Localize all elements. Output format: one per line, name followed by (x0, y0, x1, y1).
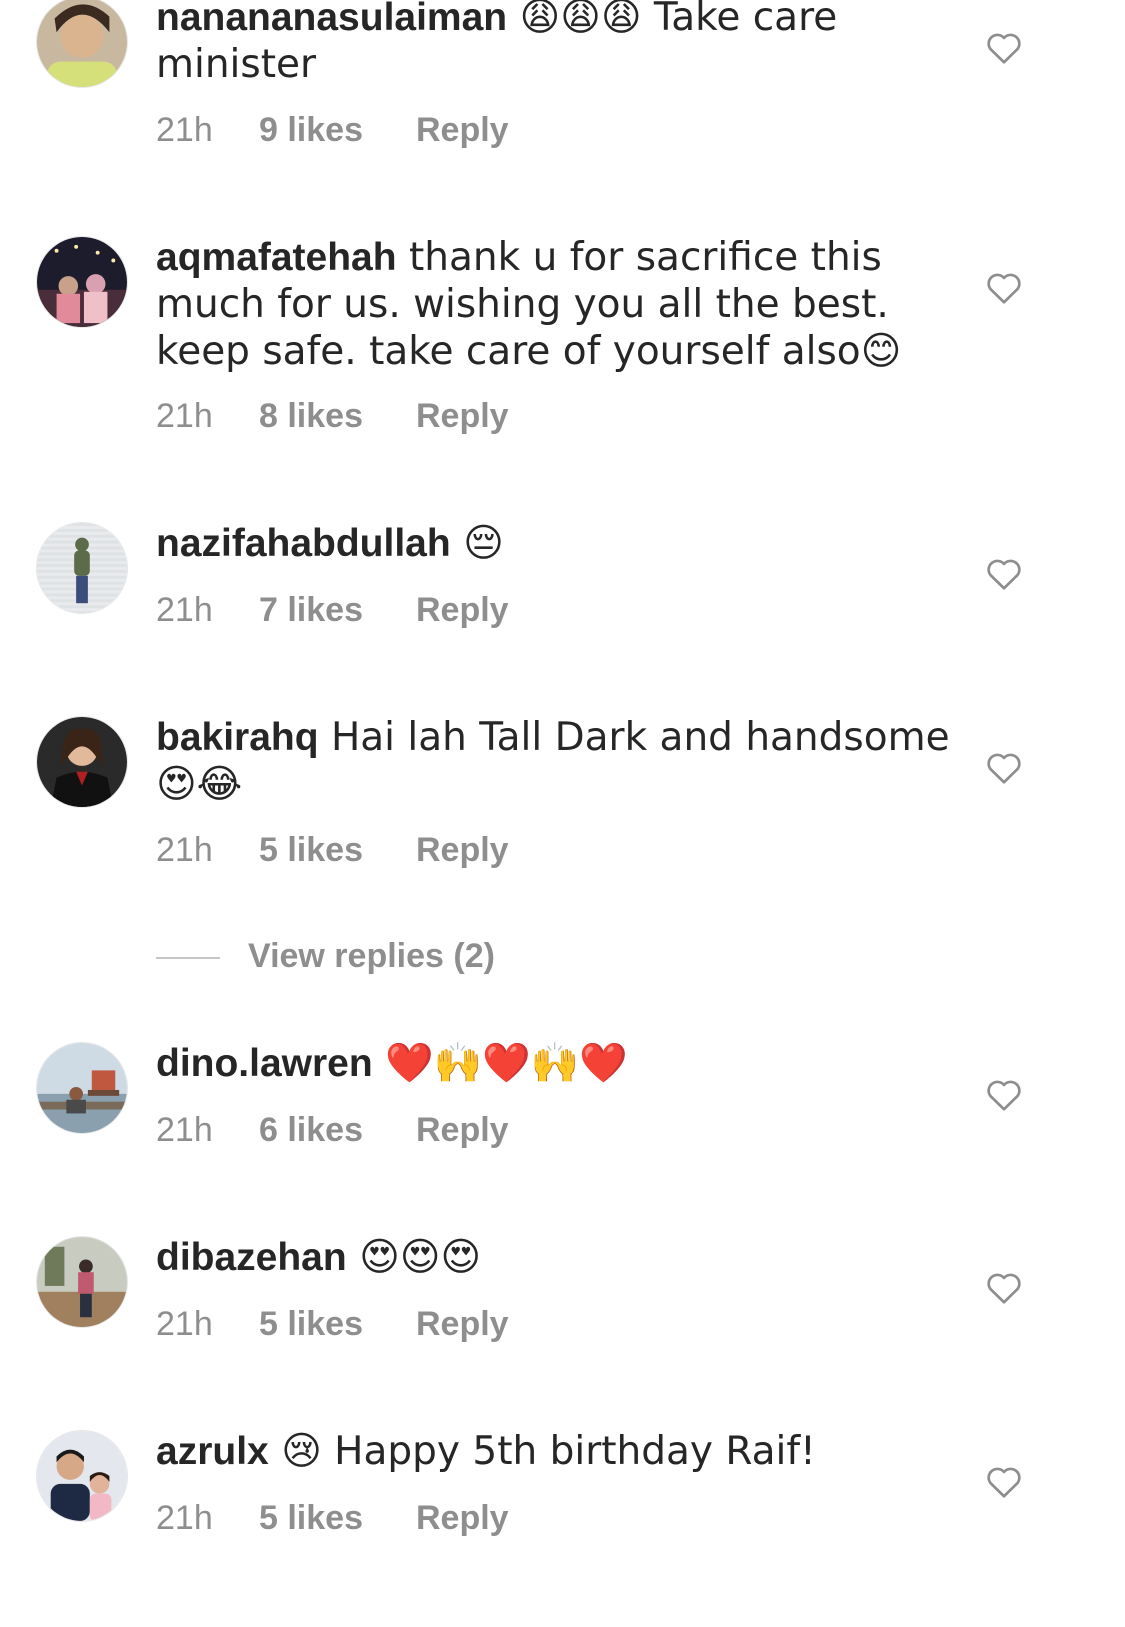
comment-likes[interactable]: 9 likes (259, 110, 416, 150)
comment-time: 21h (156, 591, 213, 629)
comment-likes[interactable]: 5 likes (259, 1304, 416, 1344)
heart-outline-icon[interactable] (986, 1271, 1022, 1305)
comment-meta: 21h 8 likes Reply (156, 396, 509, 436)
comment-username[interactable]: bakirahq (156, 716, 319, 759)
avatar[interactable] (36, 1236, 128, 1328)
comment-likes[interactable]: 6 likes (259, 1110, 416, 1150)
comment-text: bakirahq Hai lah Tall Dark and handsome … (156, 714, 966, 808)
comment-meta: 21h 7 likes Reply (156, 590, 509, 630)
reply-button[interactable]: Reply (416, 1498, 509, 1538)
comment-time: 21h (156, 1499, 213, 1537)
comment-time: 21h (156, 397, 213, 435)
comment-username[interactable]: nanananasulaiman (156, 0, 507, 39)
comment-likes[interactable]: 7 likes (259, 590, 416, 630)
avatar[interactable] (36, 522, 128, 614)
comment-time: 21h (156, 1305, 213, 1343)
reply-button[interactable]: Reply (416, 830, 509, 870)
comment-meta: 21h 5 likes Reply (156, 1304, 509, 1344)
comment-time: 21h (156, 1111, 213, 1149)
heart-outline-icon[interactable] (986, 31, 1022, 65)
comment-meta: 21h 9 likes Reply (156, 110, 509, 150)
comment-time: 21h (156, 111, 213, 149)
comment-likes[interactable]: 8 likes (259, 396, 416, 436)
heart-outline-icon[interactable] (986, 271, 1022, 305)
comment-text: dibazehan 😍😍😍 (156, 1234, 966, 1281)
comment-body: 😢 Happy 5th birthday Raif! (268, 1429, 816, 1474)
heart-outline-icon[interactable] (986, 1465, 1022, 1499)
comment-meta: 21h 5 likes Reply (156, 1498, 509, 1538)
comment-likes[interactable]: 5 likes (259, 830, 416, 870)
reply-button[interactable]: Reply (416, 110, 509, 150)
comment-text: aqmafatehah thank u for sacrifice this m… (156, 234, 966, 375)
comment-username[interactable]: nazifahabdullah (156, 522, 451, 565)
comment-username[interactable]: aqmafatehah (156, 236, 397, 279)
avatar[interactable] (36, 1042, 128, 1134)
heart-outline-icon[interactable] (986, 751, 1022, 785)
comment-text: azrulx 😢 Happy 5th birthday Raif! (156, 1428, 966, 1475)
heart-outline-icon[interactable] (986, 557, 1022, 591)
comment-username[interactable]: azrulx (156, 1430, 269, 1473)
reply-button[interactable]: Reply (416, 1304, 509, 1344)
avatar[interactable] (36, 236, 128, 328)
comment-body: 😔 (450, 521, 504, 566)
view-replies-label: View replies (2) (248, 937, 495, 975)
comment-body: ❤️🙌❤️🙌❤️ (372, 1041, 628, 1086)
comment-text: dino.lawren ❤️🙌❤️🙌❤️ (156, 1040, 966, 1087)
reply-button[interactable]: Reply (416, 396, 509, 436)
view-replies-divider (156, 957, 220, 960)
comment-username[interactable]: dino.lawren (156, 1042, 373, 1085)
comment-username[interactable]: dibazehan (156, 1236, 347, 1279)
comment-meta: 21h 5 likes Reply (156, 830, 509, 870)
comment-body: 😍😍😍 (346, 1235, 482, 1280)
avatar[interactable] (36, 716, 128, 808)
view-replies-button[interactable]: View replies (2) (156, 936, 495, 976)
avatar[interactable] (36, 1430, 128, 1522)
comment-meta: 21h 6 likes Reply (156, 1110, 509, 1150)
reply-button[interactable]: Reply (416, 590, 509, 630)
reply-button[interactable]: Reply (416, 1110, 509, 1150)
comment-time: 21h (156, 831, 213, 869)
heart-outline-icon[interactable] (986, 1078, 1022, 1112)
comment-text: nazifahabdullah 😔 (156, 520, 966, 567)
comment-likes[interactable]: 5 likes (259, 1498, 416, 1538)
avatar[interactable] (36, 0, 128, 88)
comment-text: nanananasulaiman 😩😩😩 Take care minister (156, 0, 966, 88)
